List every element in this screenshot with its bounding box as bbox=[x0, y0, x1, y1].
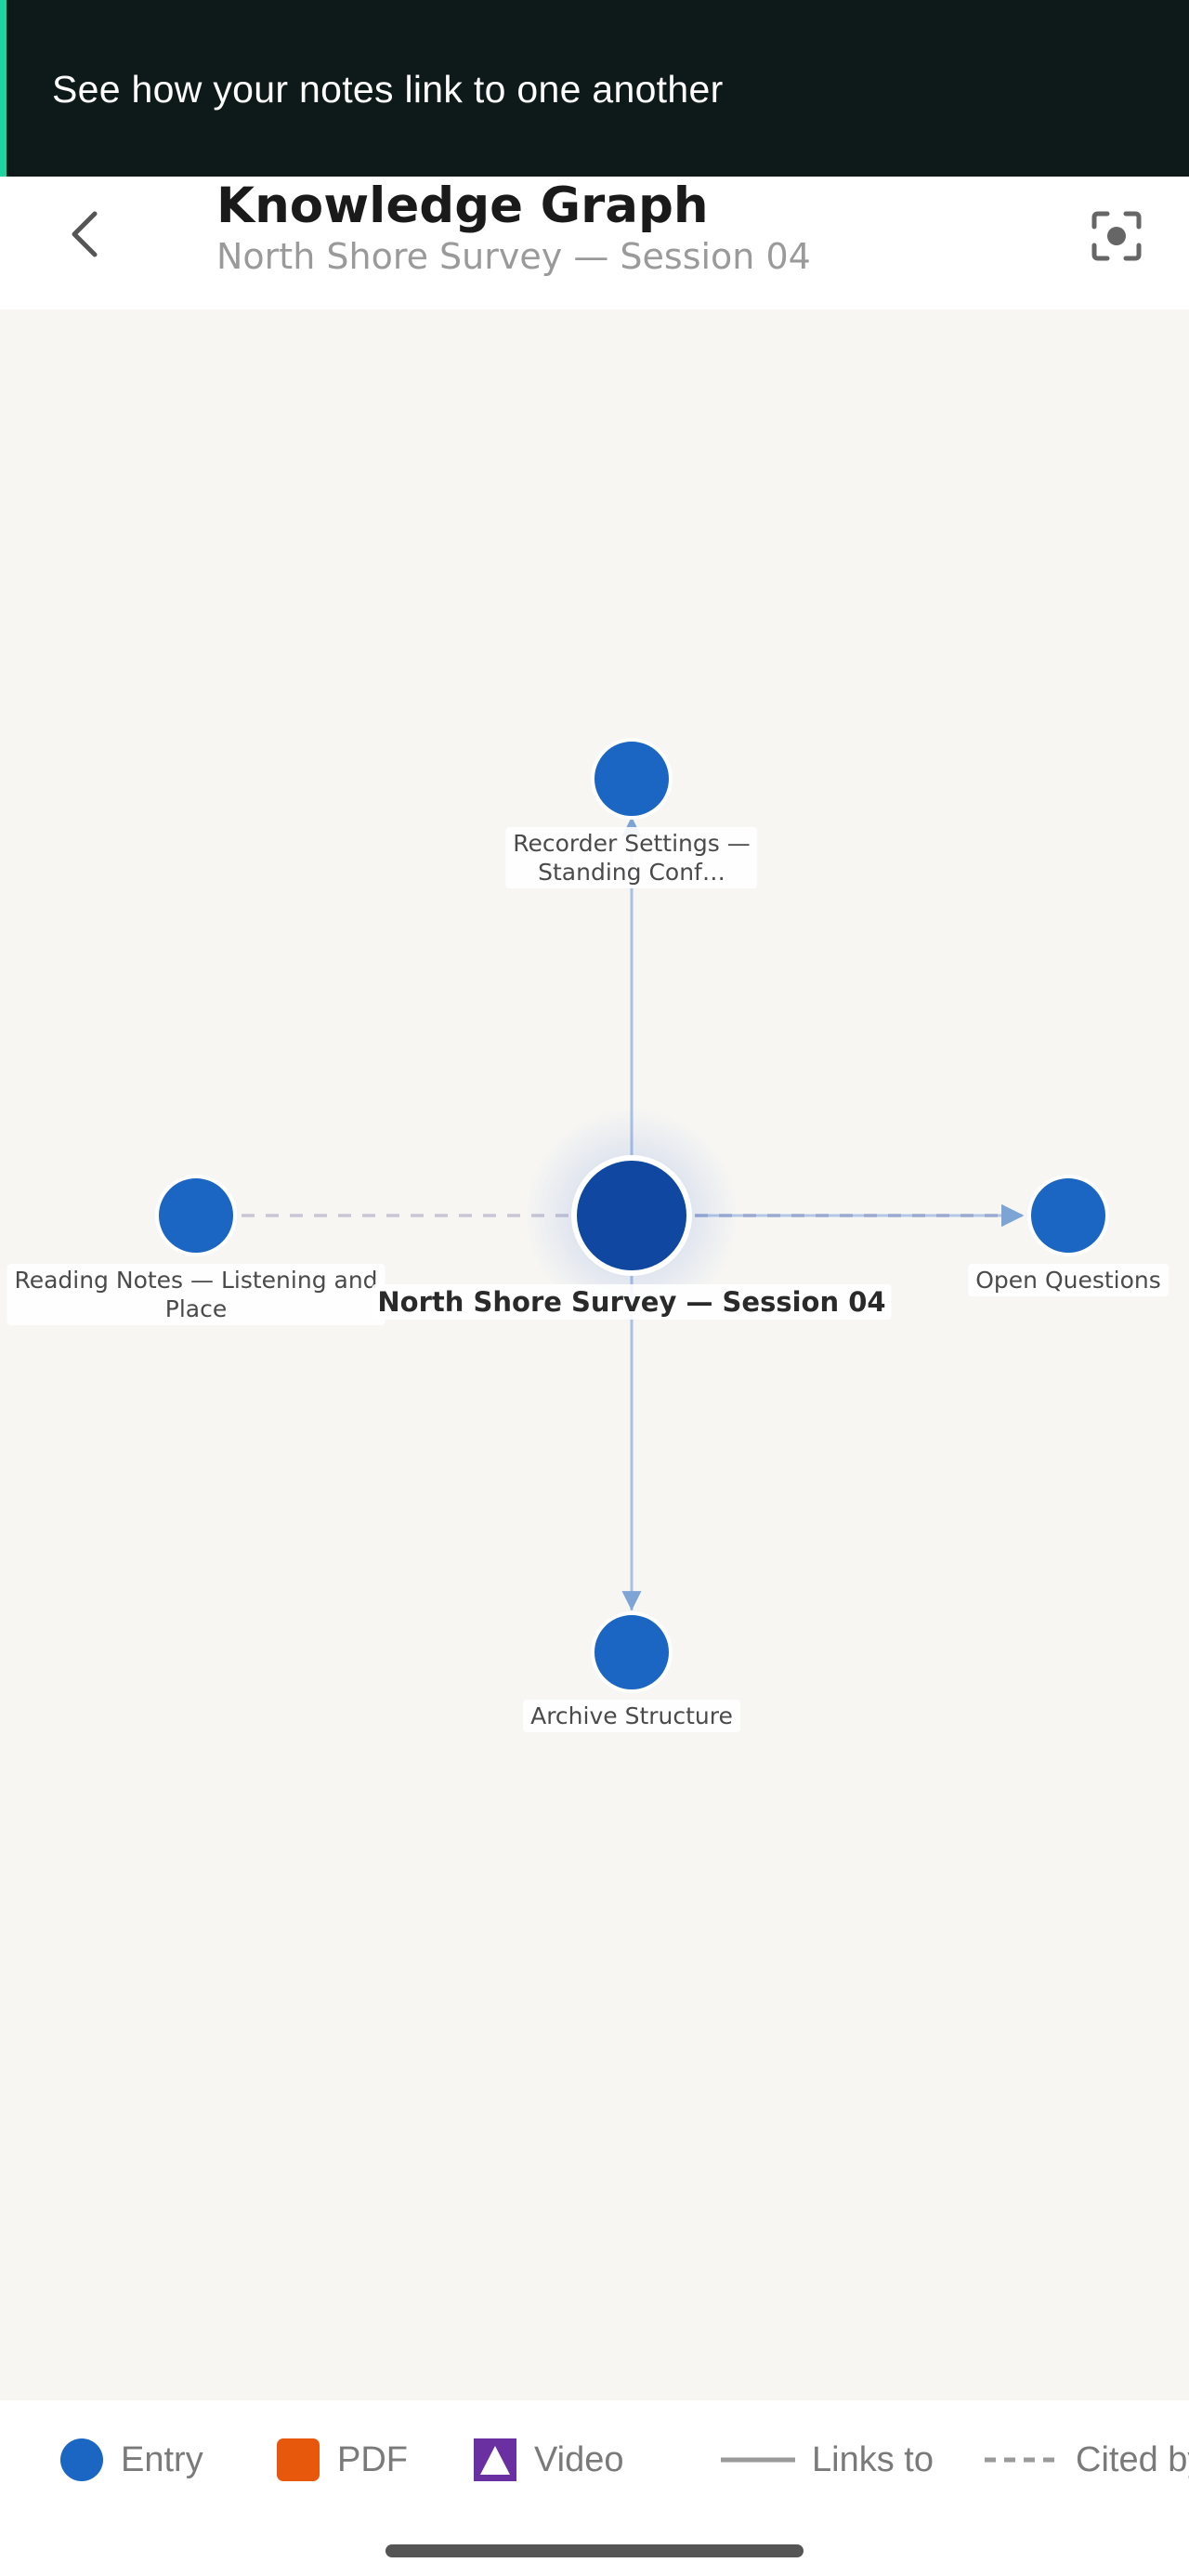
video-swatch-icon bbox=[474, 2438, 516, 2481]
entry-swatch-icon bbox=[60, 2438, 103, 2481]
legend-video: Video bbox=[473, 2432, 624, 2488]
focus-target-icon bbox=[1091, 210, 1143, 266]
node-center[interactable] bbox=[571, 1155, 692, 1276]
node-label-bottom: Archive Structure bbox=[523, 1700, 740, 1732]
node-right[interactable] bbox=[1027, 1175, 1109, 1256]
node-label-top-line2: Standing Conf… bbox=[538, 859, 725, 886]
node-label-left-line2: Place bbox=[164, 1295, 228, 1322]
pdf-swatch-icon bbox=[277, 2438, 320, 2481]
chevron-left-icon bbox=[67, 210, 104, 262]
legend-cited-by-label: Cited by bbox=[1076, 2439, 1189, 2479]
legend-entry-label: Entry bbox=[121, 2439, 203, 2479]
legend-video-label: Video bbox=[534, 2439, 624, 2479]
node-label-bottom-line1: Archive Structure bbox=[530, 1702, 733, 1729]
legend-pdf: PDF bbox=[276, 2432, 408, 2488]
home-indicator[interactable] bbox=[385, 2544, 804, 2557]
page-title: Knowledge Graph bbox=[216, 177, 709, 234]
node-label-right-line1: Open Questions bbox=[975, 1267, 1161, 1294]
node-label-left: Reading Notes — Listening and Place bbox=[7, 1264, 385, 1325]
solid-line-icon bbox=[721, 2457, 795, 2463]
node-bottom[interactable] bbox=[591, 1611, 673, 1693]
banner-accent bbox=[0, 0, 7, 177]
node-label-left-line1: Reading Notes — Listening and bbox=[14, 1267, 378, 1294]
legend-links-to-label: Links to bbox=[812, 2439, 934, 2479]
tip-banner: See how your notes link to one another bbox=[0, 0, 1189, 177]
legend-pdf-label: PDF bbox=[337, 2439, 408, 2479]
legend-links-to: Links to bbox=[721, 2432, 934, 2488]
node-left[interactable] bbox=[155, 1175, 237, 1256]
graph-canvas[interactable]: Recorder Settings — Standing Conf… Readi… bbox=[0, 309, 1189, 2400]
node-label-right: Open Questions bbox=[968, 1264, 1169, 1296]
focus-button[interactable] bbox=[1076, 197, 1157, 279]
node-label-center: North Shore Survey — Session 04 bbox=[372, 1284, 892, 1320]
banner-text: See how your notes link to one another bbox=[52, 68, 724, 111]
node-label-top: Recorder Settings — Standing Conf… bbox=[505, 827, 758, 888]
header: Knowledge Graph North Shore Survey — Ses… bbox=[0, 177, 1189, 309]
dashed-line-icon bbox=[985, 2457, 1059, 2463]
legend-cited-by: Cited by bbox=[985, 2432, 1189, 2488]
graph-svg bbox=[155, 738, 1109, 1693]
legend-entry: Entry bbox=[59, 2432, 203, 2488]
node-label-top-line1: Recorder Settings — bbox=[513, 830, 751, 857]
back-button[interactable] bbox=[45, 195, 126, 277]
node-top[interactable] bbox=[591, 738, 673, 820]
page-subtitle: North Shore Survey — Session 04 bbox=[216, 236, 811, 277]
